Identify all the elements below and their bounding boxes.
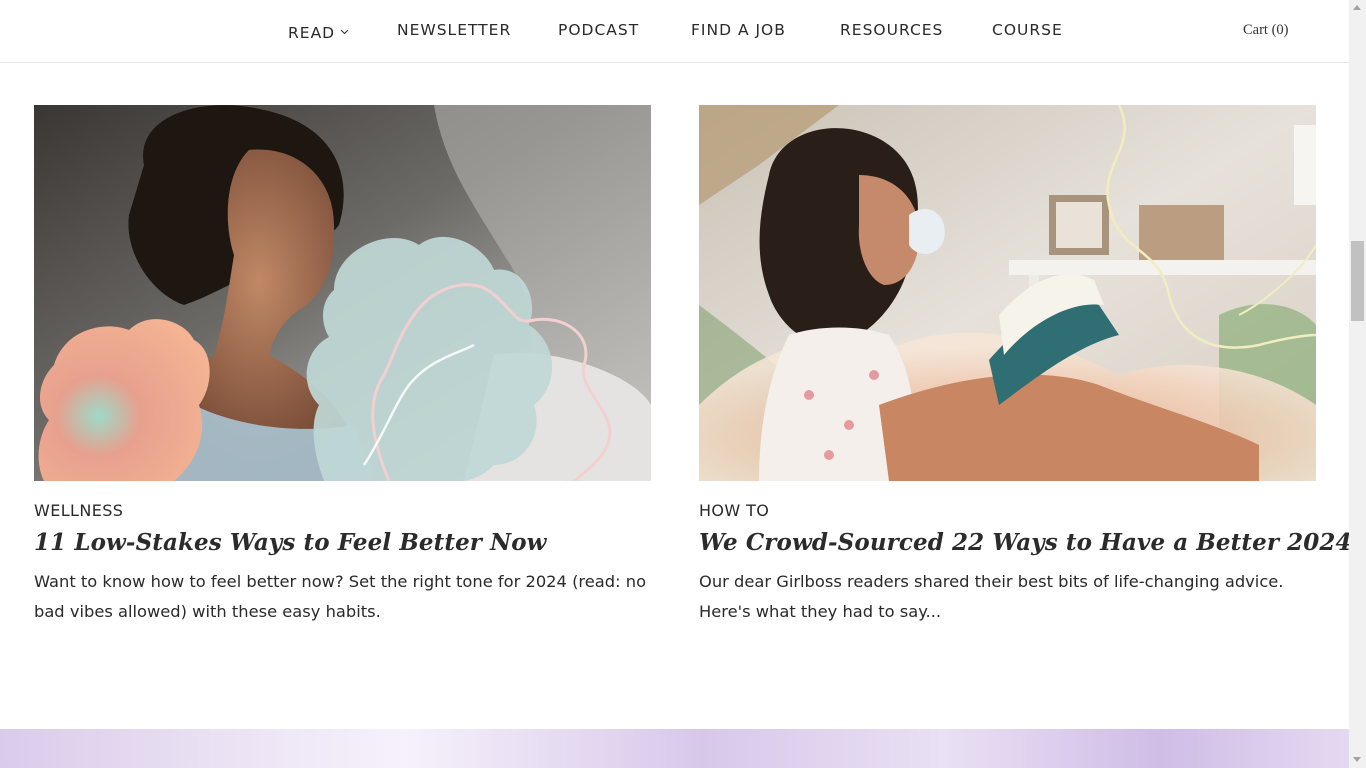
promo-banner-background: [0, 729, 1349, 768]
article-title[interactable]: We Crowd-Sourced 22 Ways to Have a Bette…: [699, 529, 1349, 556]
article-title[interactable]: 11 Low-Stakes Ways to Feel Better Now: [34, 529, 651, 556]
nav-item-podcast[interactable]: PODCAST: [558, 21, 639, 39]
article-thumbnail-image: [34, 105, 651, 481]
cart-link[interactable]: Cart (0): [1243, 22, 1289, 39]
article-excerpt: Want to know how to feel better now? Set…: [34, 572, 647, 621]
article-card-wellness: WELLNESS 11 Low-Stakes Ways to Feel Bett…: [34, 105, 651, 627]
top-navigation: READ NEWSLETTER PODCAST FIND A JOB RESOU…: [0, 0, 1349, 63]
article-category[interactable]: HOW TO: [699, 501, 1316, 520]
nav-item-resources[interactable]: RESOURCES: [840, 21, 943, 39]
article-excerpt: Our dear Girlboss readers shared their b…: [699, 572, 1284, 621]
scroll-up-arrow-icon[interactable]: [1349, 0, 1366, 17]
nav-item-find-a-job[interactable]: FIND A JOB: [691, 21, 786, 39]
vertical-scrollbar[interactable]: [1349, 0, 1366, 768]
nav-item-read-label: READ: [288, 24, 336, 42]
nav-item-read[interactable]: READ: [288, 21, 349, 42]
article-image-link[interactable]: [34, 105, 651, 481]
article-category[interactable]: WELLNESS: [34, 501, 651, 520]
scrollbar-thumb[interactable]: [1351, 241, 1364, 321]
article-image-link[interactable]: [699, 105, 1316, 481]
chevron-down-icon: [340, 21, 349, 39]
nav-item-newsletter[interactable]: NEWSLETTER: [397, 21, 511, 39]
page: READ NEWSLETTER PODCAST FIND A JOB RESOU…: [0, 0, 1349, 768]
article-thumbnail-image: [699, 105, 1316, 481]
nav-item-course[interactable]: COURSE: [992, 21, 1063, 39]
scroll-down-arrow-icon[interactable]: [1349, 751, 1366, 768]
article-card-how-to: HOW TO We Crowd-Sourced 22 Ways to Have …: [699, 105, 1349, 627]
